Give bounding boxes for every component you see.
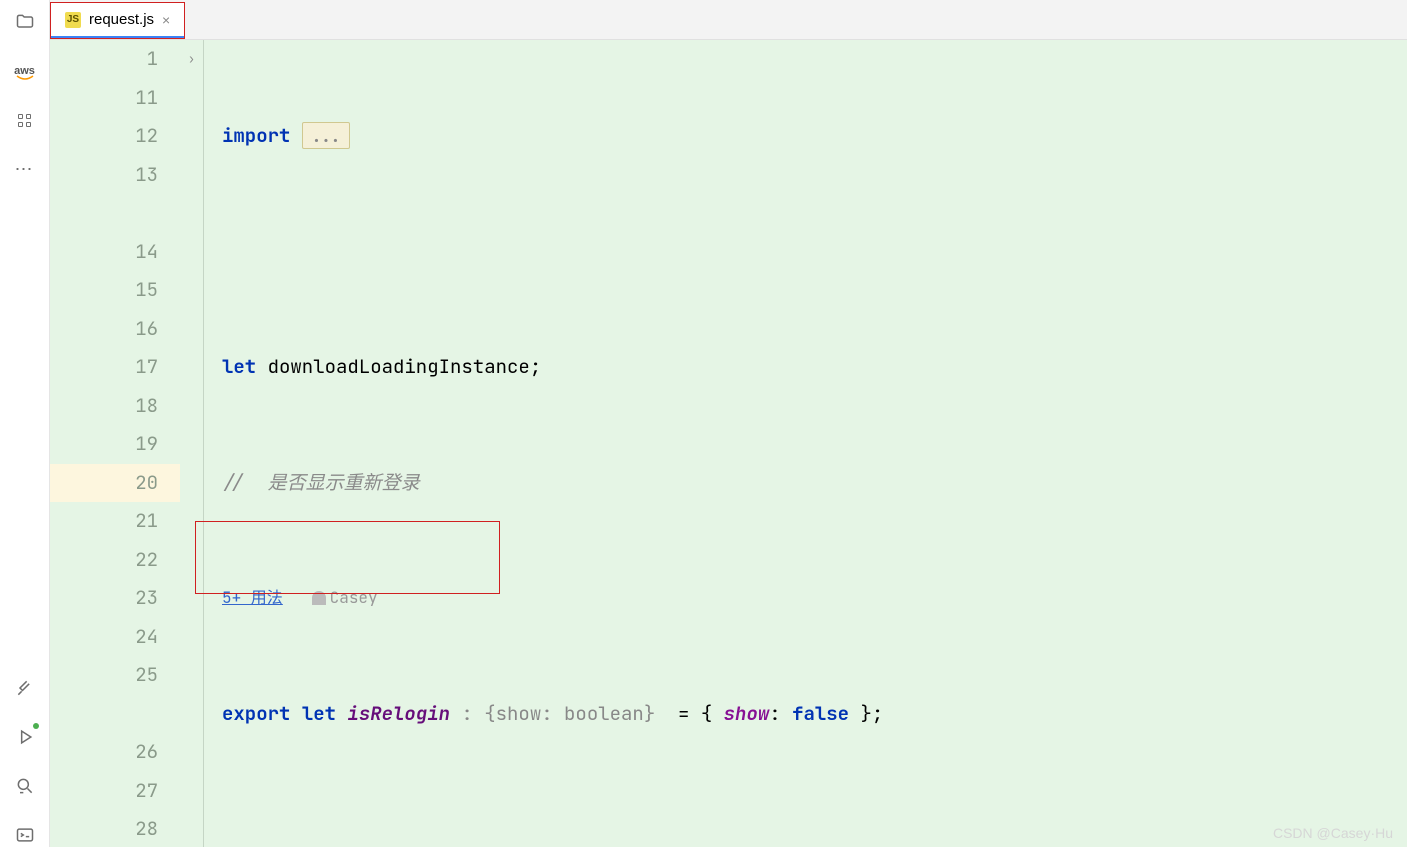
watermark: CSDN @Casey·Hu <box>1273 825 1393 841</box>
build-icon[interactable] <box>13 676 37 700</box>
tab-request-js[interactable]: JS request.js × <box>50 2 185 39</box>
folded-region[interactable]: ... <box>302 122 350 149</box>
close-icon[interactable]: × <box>162 12 170 28</box>
author-icon <box>312 591 326 605</box>
left-toolbar: aws ⋯ <box>0 0 50 847</box>
tab-bar: JS request.js × <box>50 0 1407 40</box>
find-icon[interactable] <box>13 774 37 798</box>
terminal-icon[interactable] <box>13 823 37 847</box>
fold-column: › <box>180 40 204 847</box>
line-gutter: 1 11 12 13 14 15 16 17 18 19 20 21 22 23… <box>50 40 180 847</box>
structure-icon[interactable] <box>13 108 37 132</box>
js-file-icon: JS <box>65 12 81 28</box>
aws-icon[interactable]: aws <box>13 59 37 83</box>
usages-link[interactable]: 5+ 用法 <box>222 587 283 608</box>
more-icon[interactable]: ⋯ <box>13 157 37 181</box>
run-icon[interactable] <box>13 725 37 749</box>
code-editor[interactable]: 1 11 12 13 14 15 16 17 18 19 20 21 22 23… <box>50 40 1407 847</box>
chevron-right-icon[interactable]: › <box>180 40 203 79</box>
folder-icon[interactable] <box>13 10 37 34</box>
code-area[interactable]: import ... let downloadLoadingInstance; … <box>204 40 1407 847</box>
tab-filename: request.js <box>89 11 154 28</box>
author-name: Casey <box>330 587 378 608</box>
